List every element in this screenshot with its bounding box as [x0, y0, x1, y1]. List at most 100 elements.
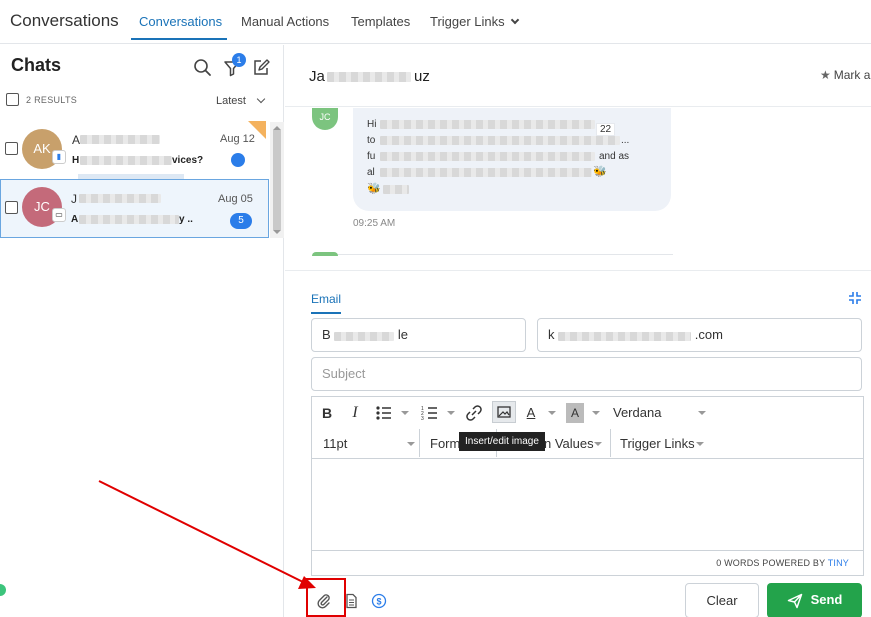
annotation-highlight-box — [306, 578, 346, 617]
numbered-list-icon[interactable]: 1 2 3 — [420, 403, 440, 423]
chevron-down-icon — [510, 15, 519, 25]
editor-status-bar: 0 WORDS POWERED BY TINY — [312, 550, 863, 575]
channel-badge-icon: ▮ — [52, 150, 66, 164]
font-size-caret-icon[interactable] — [407, 442, 415, 446]
highlight-color-icon[interactable]: A — [566, 403, 584, 423]
search-icon[interactable] — [193, 58, 213, 78]
redacted-text — [380, 168, 592, 177]
redacted-preview — [79, 215, 179, 224]
link-icon[interactable] — [464, 403, 484, 423]
word-count: 0 WORDS POWERED BY — [716, 558, 826, 568]
filter-count-badge: 1 — [232, 53, 246, 67]
tiny-brand-link[interactable]: TINY — [828, 558, 849, 568]
chat-item-preview-tail: y .. — [179, 214, 193, 225]
text-color-caret-icon[interactable] — [548, 411, 556, 415]
custom-values-select[interactable]: n Values — [544, 436, 594, 451]
from-value-tail: le — [397, 327, 409, 342]
scroll-down-icon[interactable] — [272, 229, 282, 235]
font-family-select[interactable]: Verdana — [613, 405, 661, 420]
bullet-list-icon[interactable] — [374, 403, 394, 423]
editor-body[interactable] — [312, 460, 863, 550]
svg-text:3: 3 — [421, 416, 424, 422]
editor-toolbar-row-2: 11pt Form n Values Trigger Links — [312, 427, 863, 459]
to-value-head: k — [548, 327, 555, 342]
send-button[interactable]: Send — [767, 583, 862, 617]
tab-templates[interactable]: Templates — [351, 14, 410, 29]
trigger-links-caret-icon[interactable] — [696, 442, 704, 446]
redacted-name — [80, 135, 160, 144]
star-icon: ★ — [820, 68, 831, 82]
chats-title: Chats — [11, 55, 62, 75]
insert-image-tooltip: Insert/edit image — [459, 432, 545, 451]
tab-trigger-links[interactable]: Trigger Links — [430, 14, 519, 29]
italic-button[interactable]: I — [346, 403, 364, 423]
unread-count-badge: 5 — [230, 213, 252, 229]
font-size-select[interactable]: 11pt — [323, 436, 347, 451]
select-all-checkbox[interactable] — [6, 93, 19, 106]
numbered-list-caret-icon[interactable] — [447, 411, 455, 415]
contact-name-tail: uz — [414, 68, 430, 85]
text-color-icon[interactable]: A — [523, 403, 539, 423]
top-nav: Conversations Conversations Manual Actio… — [0, 0, 871, 44]
subject-input[interactable] — [322, 366, 861, 381]
from-field[interactable]: B le — [311, 318, 526, 352]
from-value-head: B — [322, 327, 331, 342]
chat-list-panel: Chats 1 2 RESULTS Latest AK ▮ A Aug 12 H… — [0, 45, 284, 617]
chat-item-preview-tail: vices? — [172, 155, 204, 166]
message-timestamp: 09:25 AM — [353, 218, 396, 229]
chat-item-date: Aug 05 — [218, 193, 253, 205]
toolbar-divider — [610, 429, 611, 457]
results-count: 2 RESULTS — [26, 95, 78, 105]
contact-name-head: Ja — [309, 68, 325, 85]
next-message-avatar — [312, 252, 338, 256]
chat-item-preview-head: H — [72, 155, 80, 166]
tab-email[interactable]: Email — [311, 292, 341, 306]
trigger-links-select[interactable]: Trigger Links — [620, 436, 695, 451]
redacted-text — [383, 185, 409, 194]
tab-manual-actions[interactable]: Manual Actions — [241, 14, 329, 29]
tab-trigger-links-label: Trigger Links — [430, 14, 505, 29]
compose-icon[interactable] — [251, 58, 271, 78]
send-label: Send — [810, 592, 843, 608]
emoji-icon: 🐝 — [593, 166, 607, 178]
formats-select[interactable]: Form — [430, 436, 460, 451]
message-line-tail: ... — [621, 135, 630, 146]
to-field[interactable]: k .com — [537, 318, 862, 352]
chat-item-checkbox[interactable] — [5, 142, 18, 155]
message-bubble: Hi 22 to ... fu and as al 🐝 🐝 — [353, 108, 671, 211]
chevron-down-icon — [256, 94, 266, 104]
tab-conversations[interactable]: Conversations — [139, 14, 222, 29]
chat-list-item[interactable]: AK ▮ A Aug 12 H vices? — [0, 122, 269, 179]
emoji-icon: 🐝 — [367, 183, 381, 195]
chat-item-checkbox[interactable] — [5, 201, 18, 214]
insert-image-button[interactable] — [492, 401, 516, 423]
payment-icon[interactable]: $ — [371, 593, 387, 609]
redacted-text — [380, 136, 620, 145]
highlight-caret-icon[interactable] — [592, 411, 600, 415]
redacted-text — [380, 152, 595, 161]
bullet-list-caret-icon[interactable] — [401, 411, 409, 415]
message-thread: JC Hi 22 to ... fu and as al 🐝 🐝 09:25 A… — [285, 108, 871, 270]
chat-item-preview-head: A — [71, 214, 79, 225]
to-value-tail: .com — [694, 327, 723, 342]
redacted-text — [380, 120, 595, 129]
sort-dropdown[interactable]: Latest — [216, 95, 246, 107]
rich-text-editor: B I 1 2 3 A A Verdana 11pt Form n Values… — [311, 396, 864, 576]
chat-list-item-selected[interactable]: JC ▭ J Aug 05 A y .. 5 — [0, 179, 269, 238]
clear-button[interactable]: Clear — [685, 583, 759, 617]
email-tab-indicator — [311, 312, 341, 314]
font-family-caret-icon[interactable] — [698, 411, 706, 415]
message-line-tail: 22 — [596, 123, 616, 136]
collapse-icon[interactable] — [848, 291, 862, 305]
chat-list-scrollbar[interactable] — [270, 122, 284, 238]
bold-button[interactable]: B — [318, 403, 336, 423]
svg-text:$: $ — [376, 597, 381, 607]
chat-item-name: A — [72, 133, 81, 147]
mark-as-button[interactable]: ★ Mark a — [820, 68, 870, 82]
message-line: al — [367, 167, 375, 178]
composer: Email B le k .com B I 1 2 3 — [285, 270, 871, 617]
subject-field[interactable] — [311, 357, 862, 391]
custom-values-caret-icon[interactable] — [594, 442, 602, 446]
scroll-up-icon[interactable] — [272, 125, 282, 131]
chat-bubble-icon: ▭ — [52, 208, 66, 222]
